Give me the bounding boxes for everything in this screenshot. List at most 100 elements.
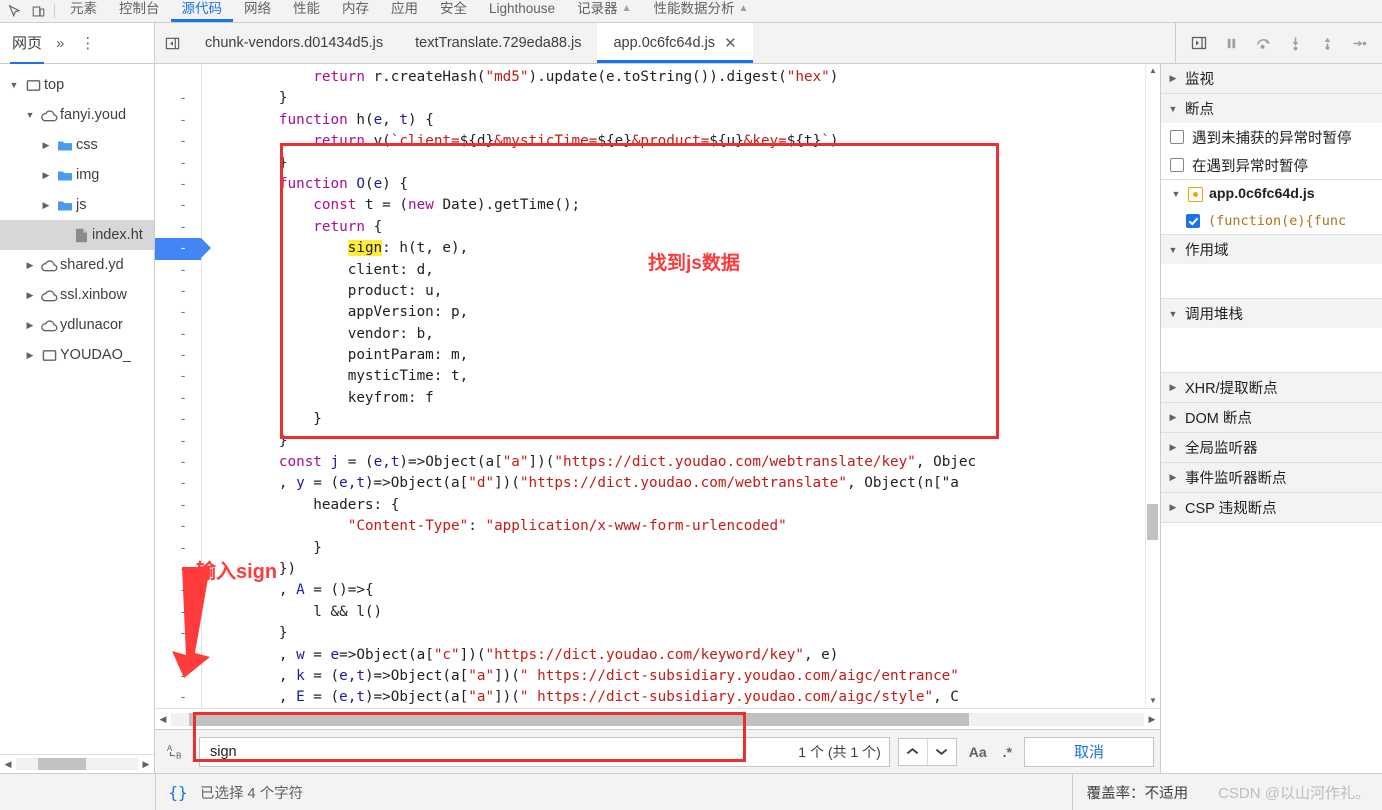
scroll-up-icon[interactable]: ▲ [1146, 64, 1160, 78]
line-number[interactable]: - [155, 409, 201, 430]
line-number[interactable]: - [155, 623, 201, 644]
global-listeners-section-header[interactable]: ▶ 全局监听器 [1161, 433, 1382, 462]
tree-item-top[interactable]: ▼ top [0, 70, 154, 100]
tree-item-fanyi-youd[interactable]: ▼ fanyi.youd [0, 100, 154, 130]
editor-hscrollbar[interactable]: ◀ ▶ [155, 708, 1160, 729]
line-number[interactable]: - [155, 516, 201, 537]
inspect-element-icon[interactable] [2, 0, 26, 22]
line-number-gutter[interactable]: ----------------------------- [155, 64, 211, 708]
pretty-print-button[interactable]: {} [156, 783, 200, 802]
callstack-section-header[interactable]: ▼ 调用堆栈 [1161, 299, 1382, 328]
watch-section-header[interactable]: ▶ 监视 [1161, 64, 1382, 93]
close-icon[interactable]: ✕ [724, 36, 737, 51]
tree-item-ydlunacor[interactable]: ▶ ydlunacor [0, 310, 154, 340]
line-number[interactable]: - [155, 602, 201, 623]
scroll-left-icon[interactable]: ◀ [0, 759, 16, 770]
code-line[interactable]: product: u, [202, 281, 1145, 302]
line-number[interactable]: - [155, 580, 201, 601]
step-button[interactable] [1344, 29, 1374, 57]
code-line[interactable]: l && l() [202, 602, 1145, 623]
code-line[interactable]: , k = (e,t)=>Object(a["a"])(" https://di… [202, 666, 1145, 687]
line-number[interactable]: - [155, 260, 201, 281]
line-number[interactable]: - [155, 281, 201, 302]
chevron-right-icon[interactable]: ▶ [22, 290, 38, 301]
tab-network[interactable]: 网络 [233, 0, 282, 22]
step-over-button[interactable] [1248, 29, 1278, 57]
checkbox[interactable] [1186, 214, 1200, 228]
find-next-button[interactable] [926, 738, 956, 765]
tab-lighthouse[interactable]: Lighthouse [478, 0, 566, 22]
code-line[interactable]: } [202, 623, 1145, 644]
line-number[interactable]: - [155, 495, 201, 516]
line-number[interactable]: - [155, 88, 201, 109]
show-navigator-icon[interactable] [155, 36, 189, 51]
xhr-breakpoints-section-header[interactable]: ▶ XHR/提取断点 [1161, 373, 1382, 402]
cancel-button[interactable]: 取消 [1024, 736, 1154, 767]
line-number[interactable]: - [155, 538, 201, 559]
code-line[interactable]: , y = (e,t)=>Object(a["d"])("https://dic… [202, 473, 1145, 494]
line-number[interactable]: - [155, 195, 201, 216]
line-number[interactable]: - [155, 217, 201, 238]
chevron-down-icon[interactable]: ▼ [6, 80, 22, 90]
line-number[interactable]: - [155, 302, 201, 323]
navigator-scroll-thumb[interactable] [38, 758, 86, 770]
code-line[interactable]: const t = (new Date).getTime(); [202, 195, 1145, 216]
dom-breakpoints-section-header[interactable]: ▶ DOM 断点 [1161, 403, 1382, 432]
code-line[interactable]: mysticTime: t, [202, 366, 1145, 387]
code-line[interactable]: "Content-Type": "application/x-www-form-… [202, 516, 1145, 537]
pause-exceptions-row[interactable]: 在遇到异常时暂停 [1161, 151, 1382, 179]
device-toolbar-icon[interactable] [26, 0, 50, 22]
tab-console[interactable]: 控制台 [108, 0, 171, 22]
code-line[interactable]: function O(e) { [202, 174, 1145, 195]
scroll-down-icon[interactable]: ▼ [1146, 694, 1160, 708]
replace-icon[interactable]: A B [161, 742, 191, 762]
breakpoint-marker[interactable]: - [155, 238, 211, 260]
breakpoints-section-header[interactable]: ▼ 断点 [1161, 94, 1382, 123]
tree-item-js[interactable]: ▶ js [0, 190, 154, 220]
chevron-right-icon[interactable]: ▶ [22, 350, 38, 361]
code-line[interactable]: return r.createHash("md5").update(e.toSt… [202, 67, 1145, 88]
navigator-more-tabs-icon[interactable]: » [56, 35, 64, 52]
file-tab-chunk-vendors[interactable]: chunk-vendors.d01434d5.js [189, 23, 399, 63]
line-number[interactable] [155, 67, 201, 88]
breakpoint-entry-row[interactable]: (function(e){func [1161, 208, 1382, 234]
code-line[interactable]: appVersion: p, [202, 302, 1145, 323]
code-line[interactable]: } [202, 431, 1145, 452]
scroll-left-icon[interactable]: ◀ [155, 714, 171, 725]
tab-sources[interactable]: 源代码 [171, 0, 234, 22]
tree-item-shared-yd[interactable]: ▶ shared.yd [0, 250, 154, 280]
show-debugger-sidebar-icon[interactable] [1184, 29, 1214, 57]
tab-elements[interactable]: 元素 [59, 0, 108, 22]
tab-performance-insights[interactable]: 性能数据分析 ▲ [642, 0, 759, 22]
tab-memory[interactable]: 内存 [331, 0, 380, 22]
code-line[interactable]: return { [202, 217, 1145, 238]
code-line[interactable]: }) [202, 559, 1145, 580]
code-line[interactable]: , A = ()=>{ [202, 580, 1145, 601]
tab-application[interactable]: 应用 [380, 0, 429, 22]
step-into-button[interactable] [1280, 29, 1310, 57]
tab-security[interactable]: 安全 [429, 0, 478, 22]
code-content[interactable]: return r.createHash("md5").update(e.toSt… [202, 64, 1145, 708]
line-number[interactable]: - [155, 131, 201, 152]
search-input[interactable] [208, 742, 793, 761]
navigator-hscrollbar[interactable]: ◀ ▶ [0, 754, 154, 773]
breakpoint-file-row[interactable]: ▼ app.0c6fc64d.js [1161, 180, 1382, 208]
match-case-button[interactable]: Aa [965, 744, 991, 760]
editor-vscrollbar[interactable]: ▲ ▼ [1145, 64, 1160, 708]
line-number[interactable]: - [155, 345, 201, 366]
line-number[interactable]: - [155, 452, 201, 473]
scroll-right-icon[interactable]: ▶ [1144, 714, 1160, 725]
line-number[interactable]: - [155, 666, 201, 687]
chevron-right-icon[interactable]: ▶ [38, 140, 54, 151]
tree-item-youdao[interactable]: ▶ YOUDAO_ [0, 340, 154, 370]
tab-performance[interactable]: 性能 [282, 0, 331, 22]
navigator-menu-icon[interactable]: ⋮ [80, 34, 95, 52]
tree-item-ssl-xinbow[interactable]: ▶ ssl.xinbow [0, 280, 154, 310]
chevron-down-icon[interactable]: ▼ [22, 110, 38, 120]
chevron-right-icon[interactable]: ▶ [22, 260, 38, 271]
code-line[interactable]: client: d, [202, 260, 1145, 281]
line-number[interactable]: - [155, 366, 201, 387]
line-number[interactable]: - [155, 174, 201, 195]
step-out-button[interactable] [1312, 29, 1342, 57]
regex-button[interactable]: .* [999, 744, 1016, 760]
